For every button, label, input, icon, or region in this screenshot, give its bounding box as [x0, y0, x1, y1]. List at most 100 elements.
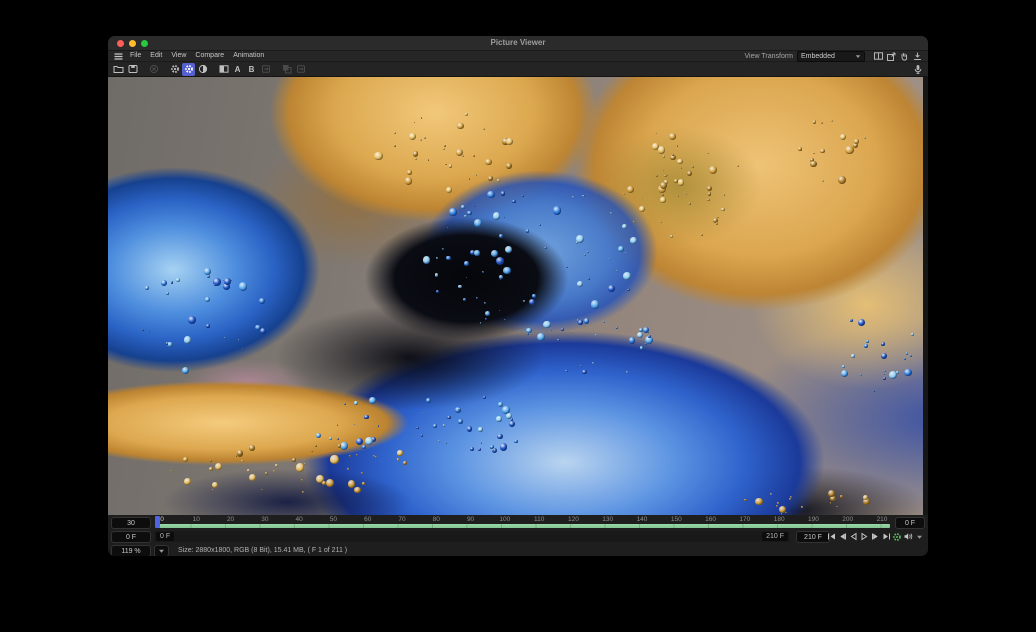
- range-start-field[interactable]: 0 F: [111, 531, 151, 543]
- step-back-button[interactable]: [837, 531, 847, 542]
- bubble: [265, 472, 268, 475]
- save-button[interactable]: [126, 63, 139, 76]
- range-end-marker[interactable]: 210 F: [762, 532, 788, 541]
- bubble: [362, 445, 366, 449]
- play-backward-button[interactable]: [848, 531, 858, 542]
- menu-edit[interactable]: Edit: [150, 51, 162, 61]
- bubble: [224, 337, 226, 339]
- settings-gear-active-button[interactable]: [182, 63, 195, 76]
- bubble: [421, 434, 423, 436]
- rendered-frames-bar: [156, 524, 890, 528]
- bubble: [576, 235, 584, 243]
- open-folder-button[interactable]: [112, 63, 125, 76]
- bubble: [435, 273, 438, 276]
- bubble: [603, 321, 605, 323]
- bubble: [231, 280, 233, 282]
- bubble: [354, 487, 361, 494]
- bubble: [403, 461, 407, 465]
- bubble: [578, 320, 582, 324]
- bubble: [446, 187, 452, 193]
- channel-b-button[interactable]: B: [245, 63, 258, 76]
- split-view-icon[interactable]: [873, 52, 883, 61]
- open-external-icon[interactable]: [886, 52, 896, 61]
- skip-to-start-button[interactable]: [826, 531, 836, 542]
- playback-options-button[interactable]: [914, 531, 924, 542]
- bubble: [840, 134, 846, 140]
- bubble: [480, 322, 482, 324]
- bubble: [443, 148, 445, 150]
- bubble: [424, 137, 426, 139]
- current-frame-field[interactable]: 0 F: [895, 517, 925, 529]
- download-icon[interactable]: [912, 52, 922, 61]
- bubble: [239, 282, 247, 290]
- step-forward-button[interactable]: [870, 531, 880, 542]
- bubble: [292, 458, 296, 462]
- bubble: [596, 266, 598, 268]
- bubble: [247, 469, 250, 472]
- sound-toggle-button[interactable]: [903, 531, 913, 542]
- bubble: [639, 328, 643, 332]
- play-forward-icon: [860, 532, 869, 541]
- contrast-icon: [198, 64, 208, 74]
- menu-animation[interactable]: Animation: [233, 51, 264, 61]
- timeline-ruler[interactable]: 0102030405060708090100110120130140150160…: [154, 516, 892, 529]
- bubble: [214, 284, 216, 286]
- bubble: [356, 454, 358, 456]
- range-start-marker[interactable]: 0 F: [156, 532, 174, 541]
- zoom-options-button[interactable]: [154, 545, 169, 556]
- viewport: [108, 77, 928, 515]
- bubble: [503, 267, 510, 274]
- menu-file[interactable]: File: [130, 51, 141, 61]
- zoom-button[interactable]: [141, 40, 148, 47]
- zoom-level-field[interactable]: 119 %: [111, 545, 151, 556]
- bubble: [354, 424, 356, 426]
- bubble: [591, 300, 599, 308]
- bubble: [500, 443, 507, 450]
- bubble: [497, 434, 502, 439]
- view-transform-label: View Transform: [745, 53, 794, 60]
- ruler-tick-label: 160: [705, 516, 716, 523]
- range-end-field[interactable]: 210 F: [796, 531, 830, 543]
- bubble: [170, 470, 172, 472]
- bubble: [630, 237, 637, 244]
- bubble: [446, 256, 450, 260]
- hand-pan-icon[interactable]: [899, 52, 909, 61]
- bubble: [789, 498, 791, 500]
- bubble: [629, 337, 635, 343]
- bubble: [365, 437, 373, 445]
- close-button[interactable]: [117, 40, 124, 47]
- bubble: [482, 271, 484, 273]
- bubble: [362, 482, 365, 485]
- play-forward-button[interactable]: [859, 531, 869, 542]
- bubble: [364, 415, 369, 420]
- hamburger-menu-icon[interactable]: [114, 53, 123, 60]
- bubble: [485, 159, 491, 165]
- menu-view[interactable]: View: [171, 51, 186, 61]
- bubble: [444, 145, 446, 147]
- bubble: [810, 161, 817, 168]
- bubble: [438, 440, 440, 442]
- view-transform-select[interactable]: Embedded: [797, 51, 865, 62]
- skip-to-start-icon: [827, 532, 836, 541]
- bubble: [166, 343, 168, 345]
- ruler-tick-label: 120: [568, 516, 579, 523]
- preview-range-bar[interactable]: 0 F 210 F: [154, 531, 790, 542]
- skip-to-end-button[interactable]: [881, 531, 891, 542]
- framerate-field[interactable]: 30: [111, 517, 151, 529]
- channel-a-button[interactable]: A: [231, 63, 244, 76]
- loop-toggle-button[interactable]: [892, 531, 902, 542]
- bubble: [238, 339, 240, 341]
- play-backward-icon: [849, 532, 858, 541]
- cancel-render-icon: [149, 64, 159, 74]
- menu-compare[interactable]: Compare: [195, 51, 224, 61]
- contrast-button[interactable]: [196, 63, 209, 76]
- sound-record-button[interactable]: [911, 63, 924, 76]
- ruler-tick-label: 150: [671, 516, 682, 523]
- bubble: [474, 250, 480, 256]
- minimize-button[interactable]: [129, 40, 136, 47]
- bubble: [496, 257, 504, 265]
- ab-compare-button[interactable]: [217, 63, 230, 76]
- ab-compare-icon: [219, 64, 229, 74]
- settings-gear-button[interactable]: [168, 63, 181, 76]
- bubble: [209, 467, 213, 471]
